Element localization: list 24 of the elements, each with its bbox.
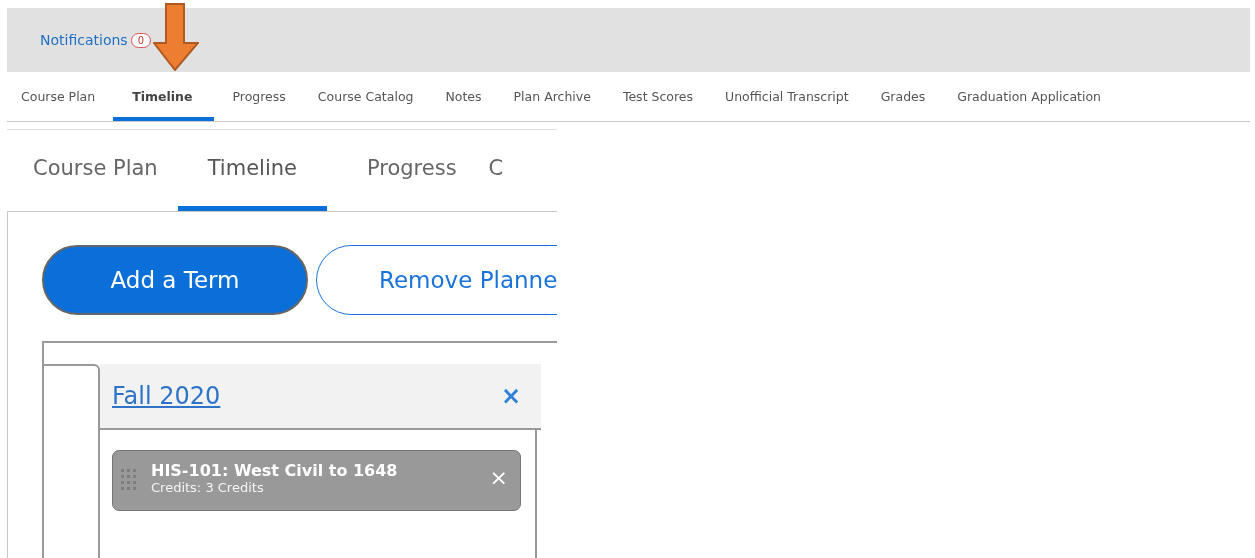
notifications-link[interactable]: Notifications [40, 32, 128, 48]
tab[interactable]: Course Plan [21, 130, 170, 211]
tab[interactable]: Plan Archive [499, 72, 605, 121]
tab[interactable]: Course Catalog [303, 72, 428, 121]
tab[interactable]: Progress [354, 130, 469, 211]
tab[interactable]: Graduation Application [943, 72, 1116, 121]
tab[interactable]: Grades [866, 72, 940, 121]
term-link[interactable]: Fall 2020 [112, 382, 221, 410]
tab[interactable]: C [476, 130, 516, 211]
course-credits: Credits: 3 Credits [151, 479, 265, 495]
tab[interactable]: Course Plan [7, 72, 110, 121]
tab[interactable]: Timeline [113, 72, 215, 121]
notification-count: 0 [130, 32, 151, 48]
close-icon[interactable]: × [500, 382, 521, 410]
course-title: HIS-101: West Civil to 1648 [151, 460, 399, 480]
tab[interactable]: Timeline [177, 130, 327, 211]
add-term-button[interactable]: Add a Term [42, 245, 308, 315]
tab[interactable]: Progress [218, 72, 300, 121]
remove-button[interactable]: Remove Planne [316, 245, 557, 315]
tab[interactable]: Notes [431, 72, 496, 121]
tab[interactable]: Unofficial Transcript [711, 72, 863, 121]
arrow-icon [153, 3, 199, 71]
tab[interactable]: Test Scores [608, 72, 708, 121]
drag-handle-icon[interactable] [121, 468, 137, 491]
